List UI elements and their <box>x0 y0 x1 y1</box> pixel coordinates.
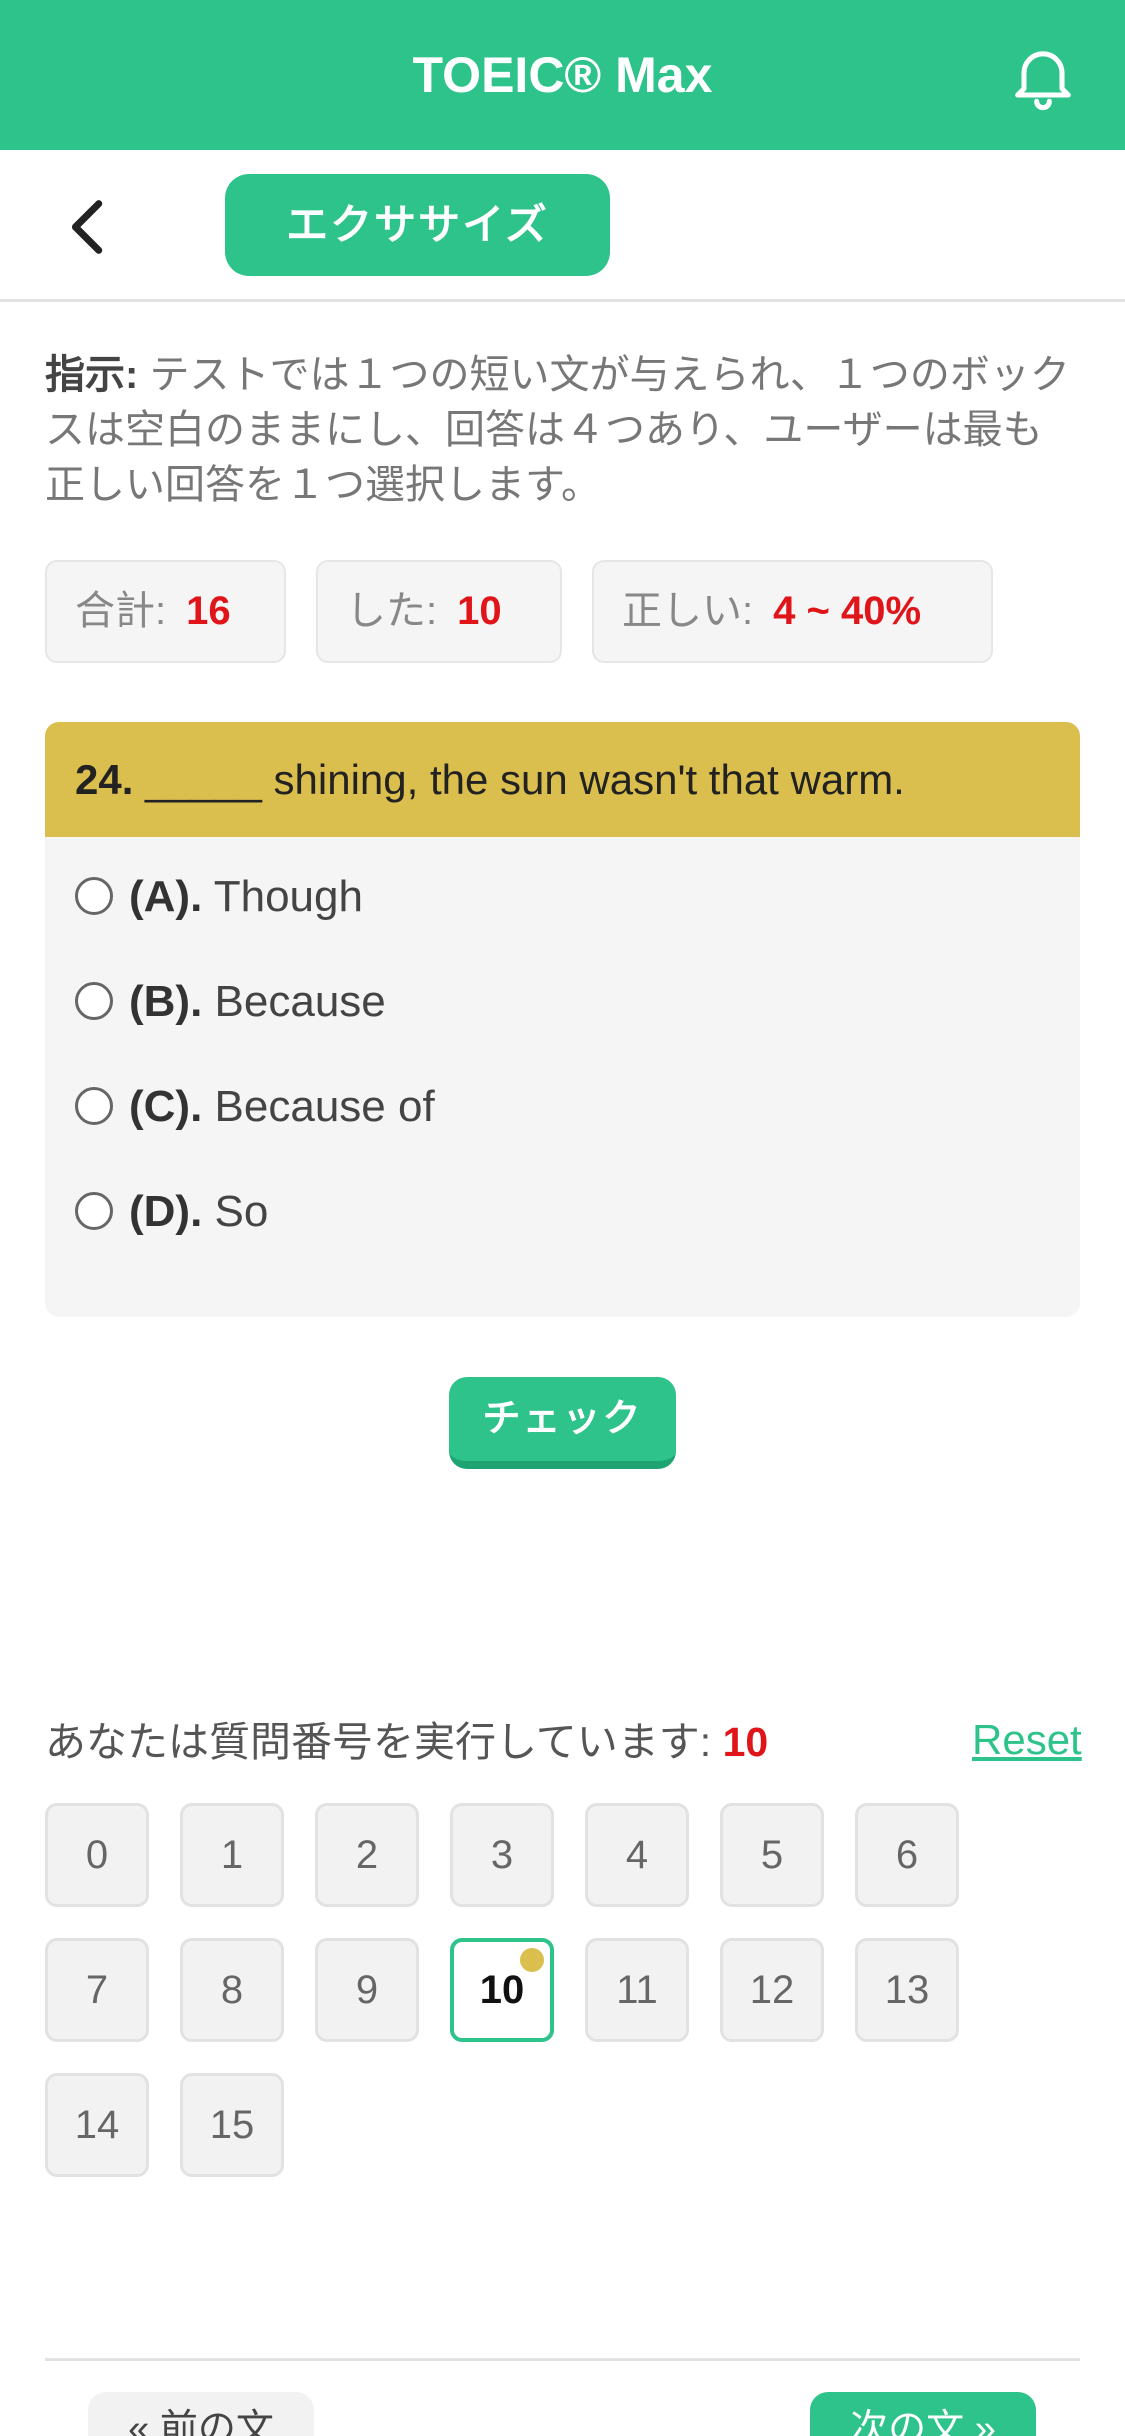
stat-total-value: 16 <box>186 589 231 633</box>
option-text: Though <box>202 872 363 921</box>
option-key: (A). <box>129 872 203 921</box>
option-text: So <box>202 1187 269 1236</box>
question-number-button[interactable]: 13 <box>855 1938 959 2042</box>
option-key: (D). <box>129 1187 203 1236</box>
instruction-text: 指示: テストでは１つの短い文が与えられ、１つのボックスは空白のままにし、回答は… <box>45 348 1080 513</box>
app-header: TOEIC® Max <box>0 0 1125 150</box>
question-number-label: 10 <box>479 1968 525 2012</box>
radio-button[interactable] <box>75 877 113 916</box>
stat-done: した: 10 <box>316 560 562 663</box>
question-number-button-current[interactable]: 10 <box>450 1938 554 2042</box>
exercise-tab-button[interactable]: エクササイズ <box>225 174 610 276</box>
question-number-button[interactable]: 2 <box>315 1803 419 1907</box>
question-number-button[interactable]: 9 <box>315 1938 419 2042</box>
stat-done-label: した: <box>346 589 438 633</box>
footer-divider <box>45 2358 1080 2361</box>
current-marker-dot <box>520 1948 544 1972</box>
option-a[interactable]: (A). Though <box>75 862 363 932</box>
sub-header: エクササイズ <box>0 150 1125 302</box>
question-number-button[interactable]: 8 <box>180 1938 284 2042</box>
option-b[interactable]: (B). Because <box>75 967 386 1037</box>
next-sentence-button[interactable]: 次の文 » <box>810 2392 1036 2436</box>
option-key: (B). <box>129 977 203 1026</box>
bell-icon[interactable] <box>1005 38 1081 114</box>
option-key: (C). <box>129 1082 203 1131</box>
question-number-button[interactable]: 6 <box>855 1803 959 1907</box>
stat-done-value: 10 <box>457 589 502 633</box>
app-title: TOEIC® Max <box>412 47 713 103</box>
instruction-body: テストでは１つの短い文が与えられ、１つのボックスは空白のままにし、回答は４つあり… <box>45 353 1070 507</box>
radio-button[interactable] <box>75 982 113 1021</box>
check-button[interactable]: チェック <box>449 1377 676 1469</box>
instruction-label: 指示: <box>45 353 139 397</box>
question-number-button[interactable]: 11 <box>585 1938 689 2042</box>
question-number-button[interactable]: 5 <box>720 1803 824 1907</box>
previous-sentence-button[interactable]: « 前の文 <box>88 2392 314 2436</box>
question-number-button[interactable]: 1 <box>180 1803 284 1907</box>
option-d[interactable]: (D). So <box>75 1177 268 1247</box>
progress-text: あなたは質問番号を実行しています: <box>45 1719 712 1765</box>
option-text: Because of <box>202 1082 435 1131</box>
chevron-left-icon[interactable] <box>55 192 125 262</box>
question-card: 24. _____ shining, the sun wasn't that w… <box>45 722 1080 1317</box>
option-c[interactable]: (C). Because of <box>75 1072 435 1142</box>
option-text: Because <box>202 977 386 1026</box>
stat-correct-label: 正しい: <box>622 589 754 633</box>
progress-label: あなたは質問番号を実行しています: 10 <box>45 1712 768 1772</box>
reset-link[interactable]: Reset <box>972 1710 1082 1770</box>
question-number-button[interactable]: 15 <box>180 2073 284 2177</box>
question-text: _____ shining, the sun wasn't that warm. <box>133 756 905 803</box>
stat-correct-value: 4 ~ 40% <box>773 589 922 633</box>
question-number-button[interactable]: 4 <box>585 1803 689 1907</box>
radio-button[interactable] <box>75 1087 113 1126</box>
question-number-button[interactable]: 12 <box>720 1938 824 2042</box>
stat-correct: 正しい: 4 ~ 40% <box>592 560 993 663</box>
radio-button[interactable] <box>75 1192 113 1231</box>
question-header: 24. _____ shining, the sun wasn't that w… <box>45 722 1080 837</box>
question-number: 24. <box>75 756 134 803</box>
question-number-button[interactable]: 14 <box>45 2073 149 2177</box>
current-question-number: 10 <box>722 1719 769 1765</box>
stat-total-label: 合計: <box>75 589 167 633</box>
question-number-button[interactable]: 0 <box>45 1803 149 1907</box>
question-number-button[interactable]: 7 <box>45 1938 149 2042</box>
question-number-button[interactable]: 3 <box>450 1803 554 1907</box>
stat-total: 合計: 16 <box>45 560 286 663</box>
